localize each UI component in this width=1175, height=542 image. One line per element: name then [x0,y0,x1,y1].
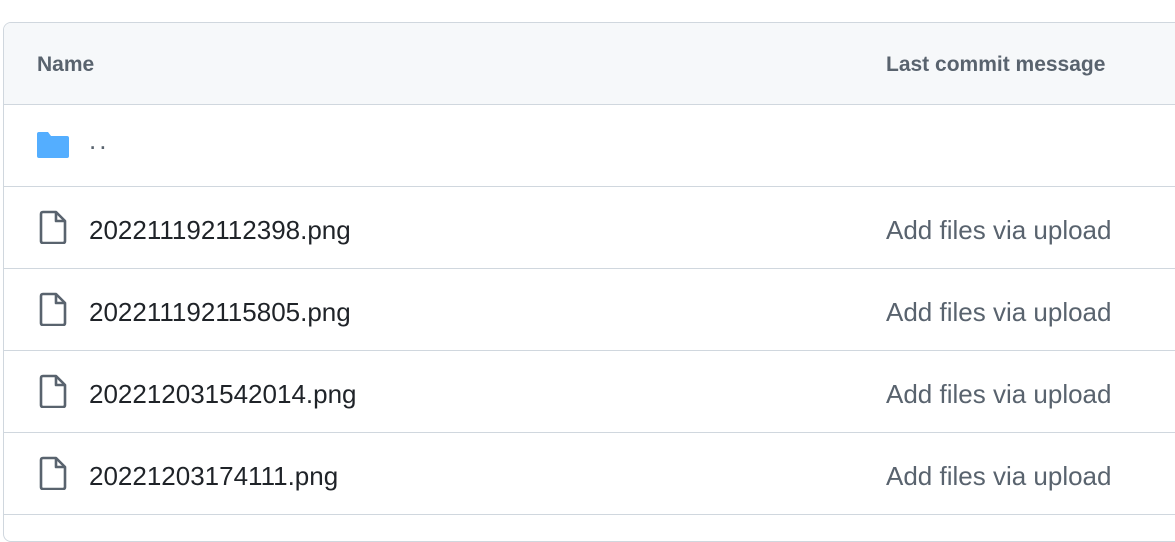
file-name-link[interactable]: 20221203174111.png [89,461,338,492]
file-name-link[interactable]: 202211192115805.png [89,297,351,328]
commit-message-link[interactable]: Add files via upload [886,461,1111,492]
table-row[interactable]: 202211192115805.png Add files via upload [4,269,1175,351]
commit-message-link[interactable]: Add files via upload [886,379,1111,410]
table-row[interactable]: 202211192112398.png Add files via upload [4,187,1175,269]
file-name-link[interactable]: 202211192112398.png [89,215,351,246]
commit-message-column-header: Last commit message [886,53,1106,76]
file-icon [36,456,70,491]
name-column-header: Name [37,53,95,76]
commit-message-link[interactable]: Add files via upload [886,215,1111,246]
file-icon [36,292,70,327]
file-icon [36,374,70,409]
table-row[interactable]: 20221203174111.png Add files via upload [4,433,1175,515]
commit-message-link[interactable]: Add files via upload [886,297,1111,328]
file-table: Name Last commit message .. 202211192112… [3,22,1175,542]
parent-directory-link[interactable]: .. [89,125,109,156]
folder-icon [36,128,70,162]
file-icon [36,210,70,245]
table-row[interactable]: 202212031542014.png Add files via upload [4,351,1175,433]
file-name-link[interactable]: 202212031542014.png [89,379,357,410]
table-header: Name Last commit message [4,23,1175,105]
parent-directory-row[interactable]: .. [4,105,1175,187]
